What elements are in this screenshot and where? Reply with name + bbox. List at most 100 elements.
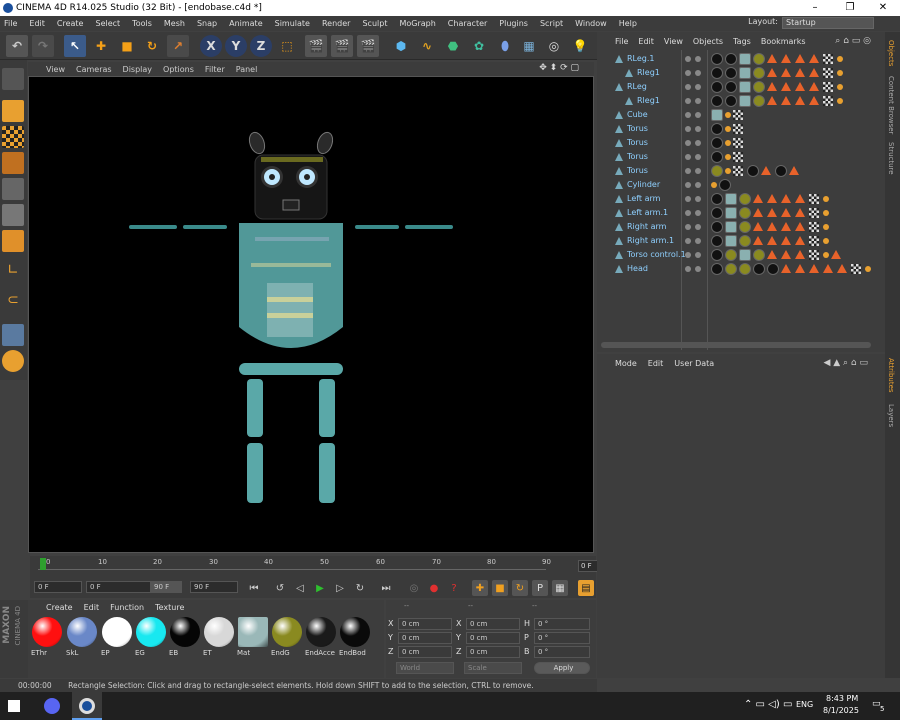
checker-tag-icon[interactable] <box>733 138 743 148</box>
size-y-field[interactable]: 0 cm <box>466 632 520 644</box>
visibility-editor-dot[interactable] <box>685 140 691 146</box>
tab-attributes[interactable]: Attributes <box>887 358 895 393</box>
snap-icon[interactable]: ⊂ <box>2 292 24 314</box>
object-name[interactable]: Torus <box>627 164 648 178</box>
phong-tag-icon[interactable] <box>823 210 829 216</box>
obj-menu-view[interactable]: View <box>664 37 683 46</box>
visibility-render-dot[interactable] <box>695 210 701 216</box>
viewport-3d[interactable] <box>28 76 594 553</box>
ik-tag-icon[interactable] <box>795 96 805 105</box>
material-tag-icon[interactable] <box>739 235 751 247</box>
recent-tool-icon[interactable]: ↗ <box>167 35 189 57</box>
scale-icon[interactable]: ■ <box>116 35 138 57</box>
rotate-icon[interactable]: ↻ <box>141 35 163 57</box>
vp-menu-options[interactable]: Options <box>163 65 194 74</box>
render-settings-icon[interactable]: 🎬 <box>357 35 379 57</box>
material-tag-icon[interactable] <box>739 67 751 79</box>
ik-tag-icon[interactable] <box>837 264 847 273</box>
visibility-render-dot[interactable] <box>695 140 701 146</box>
phong-tag-icon[interactable] <box>837 70 843 76</box>
tab-structure[interactable]: Structure <box>887 142 895 175</box>
material-tag-icon[interactable] <box>753 263 765 275</box>
mat-menu-texture[interactable]: Texture <box>155 603 184 612</box>
object-row[interactable]: RLeg <box>601 80 881 94</box>
menu-sculpt[interactable]: Sculpt <box>362 19 387 28</box>
clock-date[interactable]: 8/1/2025 <box>823 706 859 715</box>
ik-tag-icon[interactable] <box>753 222 763 231</box>
ik-tag-icon[interactable] <box>767 222 777 231</box>
render-picture-viewer-icon[interactable]: 🎬 <box>331 35 353 57</box>
floor-icon[interactable]: ▦ <box>518 35 540 57</box>
menu-animate[interactable]: Animate <box>229 19 263 28</box>
size-z-field[interactable]: 0 cm <box>466 646 520 658</box>
layout-select[interactable]: Startup <box>782 17 874 29</box>
object-row[interactable]: Rleg1 <box>601 94 881 108</box>
material-tag-icon[interactable] <box>711 109 723 121</box>
phong-tag-icon[interactable] <box>725 112 731 118</box>
key-pla-icon[interactable]: ▦ <box>552 580 568 596</box>
material-tag-icon[interactable] <box>711 123 723 135</box>
menu-file[interactable]: File <box>4 19 17 28</box>
object-row[interactable]: Head <box>601 262 881 276</box>
menu-plugins[interactable]: Plugins <box>499 19 528 28</box>
position-z-field[interactable]: 0 cm <box>398 646 452 658</box>
maximize-button[interactable]: ❐ <box>835 0 865 16</box>
make-editable-icon[interactable] <box>2 68 24 90</box>
object-scrollbar[interactable] <box>601 342 871 348</box>
undo-icon[interactable]: ↶ <box>6 35 28 57</box>
polygons-mode-icon[interactable] <box>2 230 24 252</box>
object-name[interactable]: Cylinder <box>627 178 660 192</box>
visibility-render-dot[interactable] <box>695 112 701 118</box>
key-rotation-icon[interactable]: ↻ <box>512 580 528 596</box>
checker-tag-icon[interactable] <box>823 54 833 64</box>
phong-tag-icon[interactable] <box>837 84 843 90</box>
material-tag-icon[interactable] <box>725 249 737 261</box>
ik-tag-icon[interactable] <box>795 222 805 231</box>
move-icon[interactable]: ✚ <box>90 35 112 57</box>
material-tag-icon[interactable] <box>725 263 737 275</box>
material-swatch[interactable]: EG <box>134 617 167 657</box>
visibility-render-dot[interactable] <box>695 98 701 104</box>
material-tag-icon[interactable] <box>739 263 751 275</box>
mat-menu-edit[interactable]: Edit <box>84 603 100 612</box>
camera-icon[interactable]: ◎ <box>543 35 565 57</box>
phong-tag-icon[interactable] <box>837 56 843 62</box>
ik-tag-icon[interactable] <box>767 208 777 217</box>
menu-simulate[interactable]: Simulate <box>275 19 310 28</box>
menu-character[interactable]: Character <box>448 19 488 28</box>
object-name[interactable]: Torso control.1 <box>627 248 686 262</box>
material-tag-icon[interactable] <box>711 95 723 107</box>
go-to-start-icon[interactable]: ⏮ <box>246 580 262 596</box>
checker-tag-icon[interactable] <box>823 82 833 92</box>
material-tag-icon[interactable] <box>725 81 737 93</box>
visibility-render-dot[interactable] <box>695 84 701 90</box>
object-row[interactable]: RLeg.1 <box>601 52 881 66</box>
ik-tag-icon[interactable] <box>767 68 777 77</box>
visibility-editor-dot[interactable] <box>685 196 691 202</box>
clock-time[interactable]: 8:43 PM <box>826 694 858 703</box>
y-axis-icon[interactable]: Y <box>225 35 247 57</box>
ik-tag-icon[interactable] <box>809 96 819 105</box>
menu-tools[interactable]: Tools <box>132 19 152 28</box>
phong-tag-icon[interactable] <box>823 224 829 230</box>
material-tag-icon[interactable] <box>767 263 779 275</box>
checker-tag-icon[interactable] <box>823 68 833 78</box>
checker-tag-icon[interactable] <box>733 110 743 120</box>
material-tag-icon[interactable] <box>725 193 737 205</box>
object-row[interactable]: Torus <box>601 136 881 150</box>
material-tag-icon[interactable] <box>711 151 723 163</box>
ik-tag-icon[interactable] <box>809 68 819 77</box>
ik-tag-icon[interactable] <box>767 96 777 105</box>
material-tag-icon[interactable] <box>711 193 723 205</box>
material-tag-icon[interactable] <box>711 67 723 79</box>
ik-tag-icon[interactable] <box>823 264 833 273</box>
menu-window[interactable]: Window <box>575 19 607 28</box>
material-swatch[interactable]: EndG <box>270 617 303 657</box>
tab-content-browser[interactable]: Content Browser <box>887 76 895 134</box>
material-swatch[interactable]: EndAcce <box>304 617 337 657</box>
position-y-field[interactable]: 0 cm <box>398 632 452 644</box>
checker-tag-icon[interactable] <box>809 222 819 232</box>
end-frame-field[interactable]: 90 F <box>190 581 238 593</box>
material-swatch[interactable]: EP <box>100 617 133 657</box>
visibility-render-dot[interactable] <box>695 266 701 272</box>
